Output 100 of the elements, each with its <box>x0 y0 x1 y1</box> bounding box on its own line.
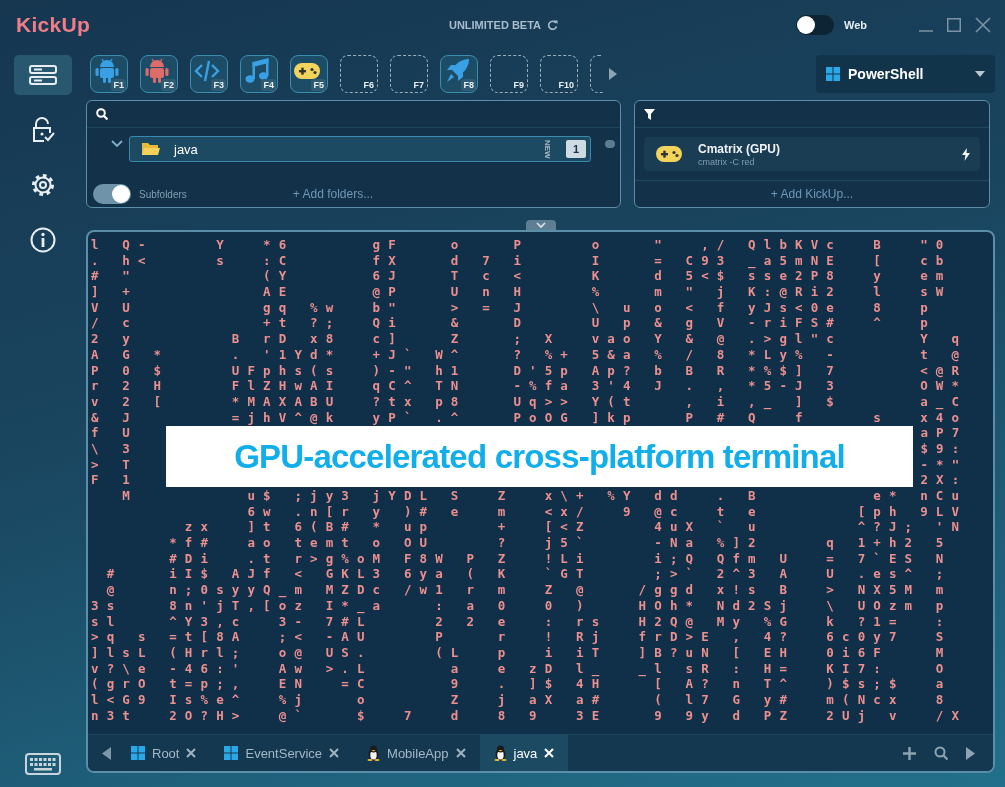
terminal-line: / c +t ?; Qi & D U p & g V -riFS# ^ p <box>91 315 937 332</box>
terminal-line: M u$ ;jy3 jYDL S Z x\+ %Y dd . B e* nCu <box>121 488 968 504</box>
close-icon[interactable] <box>455 748 466 758</box>
hotkey-slot[interactable]: F8 <box>440 55 478 93</box>
terminal-tab[interactable]: Root <box>117 735 211 771</box>
key-label: F4 <box>261 79 276 91</box>
sidebar-button[interactable] <box>14 55 72 95</box>
windows-icon <box>224 746 239 760</box>
terminal-line: (grO t=p;, EN =C 9 . ]$ 4H [ A? n T^ )$s;$ a <box>91 676 953 692</box>
terminal-text: aP7 <box>920 425 968 441</box>
shell-dropdown[interactable]: PowerShell <box>816 55 995 93</box>
folder-name: java <box>174 141 199 157</box>
lock-check-icon <box>31 117 55 143</box>
terminal-line: ]lsL (Hrl; o@ US. (L p i iT ]B?uN [ EH 0i6F M <box>91 644 953 661</box>
maximize-button[interactable] <box>947 18 961 32</box>
close-button[interactable] <box>975 17 991 33</box>
hotkey-slot[interactable]: F10 <box>540 55 578 93</box>
count-badge: 1 <box>566 140 586 158</box>
chevron-icon <box>111 140 123 148</box>
key-label: F10 <box>557 79 575 91</box>
hotkey-slot[interactable]: F2 <box>140 55 178 93</box>
toggle-label: Subfolders <box>139 188 187 200</box>
terminal-line: l Q- Y *6 gF o P o " ,/ QlbKVc B "0 <box>91 237 953 253</box>
key-label: F6 <box>362 79 375 91</box>
terminal-line: ] + AE @P U n H % m " j K:@Ri2 l sW <box>91 284 953 300</box>
subfolders-toggle[interactable] <box>93 184 131 204</box>
toggle-label: Web <box>843 19 867 31</box>
terminal-tab[interactable]: EventService <box>210 735 354 771</box>
penguin-icon <box>367 745 381 761</box>
hotkey-slot[interactable]: F3 <box>190 55 228 93</box>
key-label: F5 <box>311 79 326 91</box>
plus-icon <box>903 746 916 760</box>
key-label: F9 <box>512 79 525 91</box>
caret-icon <box>975 71 985 77</box>
search-icon[interactable] <box>96 108 108 120</box>
terminal-text: -*" <box>920 456 968 473</box>
key-label: F3 <box>211 79 226 91</box>
hotkey-slot[interactable]: F7 <box>390 55 428 93</box>
hotkey-slot[interactable]: F6 <box>340 55 378 93</box>
terminal-tab[interactable]: MobileApp <box>353 735 480 771</box>
hotkey-slot[interactable]: F1 <box>90 55 128 93</box>
arrow-left-icon <box>102 746 111 760</box>
terminal-line: # " (Y 6J T c < K d 5<$ sse2P8 y em <box>91 268 953 285</box>
terminal-text: f U <box>91 425 138 441</box>
terminal-tab[interactable]: java <box>479 735 569 771</box>
close-icon[interactable] <box>186 748 197 758</box>
refresh-icon[interactable] <box>547 19 559 31</box>
terminal-line: P 0 $ UFphs(s )-" h1 D'5p Ap? b B R *%$] 7 <@R <box>91 362 968 379</box>
new-tag: NEW <box>542 139 552 159</box>
minimize-icon <box>919 30 933 32</box>
folder-row[interactable]: java NEW 1 <box>129 136 591 162</box>
hotkey-slot[interactable]: F5 <box>290 55 328 93</box>
expand-chevron[interactable] <box>111 140 123 148</box>
windows-icon <box>826 67 840 81</box>
close-icon <box>975 17 991 33</box>
terminal-line: 6w .n[r y )# e m <x/ 9 @c t e [ph 9LV <box>246 503 968 520</box>
terminal-line: @ n;0syyQ_m MZDc /w1 r m Z @ /ggd x!s B > NX5M m <box>105 582 953 598</box>
terminal-line: l<G9 Is%e^ %j o Z j aX a# ( l7 G y# m(Ncx 8 <box>91 691 953 708</box>
terminal-line: . h< s :C fX d 7 i I = C93 _a5mNE [ cb <box>91 252 953 269</box>
terminal-text: F 1 <box>91 472 138 488</box>
maximize-icon <box>947 18 961 32</box>
collapse-button[interactable] <box>525 220 556 230</box>
key-label: F7 <box>412 79 425 91</box>
terminal-line: & J =jhV^@k yP` .^ PoOG ]kp P # Q f s x4o <box>91 409 968 426</box>
folder-icon <box>142 142 160 156</box>
terminal-line: 3s 8n'jT,[oz I*_a : a 0 0 ) HOh* Nd2Sj \ UOzm p <box>91 597 953 614</box>
keyboard-icon <box>25 753 61 775</box>
terminal-line: >q s =t[8A ;< -AU P r ! Rj frD>E , 4? 6c0y7 S <box>91 629 953 645</box>
hotkey-slot[interactable]: F4 <box>240 55 278 93</box>
filter-icon[interactable] <box>644 108 655 120</box>
terminal-line: #Di .t r>g%oM F8W P Z !Li i;Q Qfm U = 7`ES N <box>168 550 953 567</box>
arrow-right-icon <box>966 746 975 760</box>
web-toggle[interactable] <box>795 15 834 35</box>
edition-label: UNLIMITED BETA <box>448 19 542 31</box>
key-label: F2 <box>161 79 176 91</box>
terminal-line: v?\e -46:' Aw >.L a e zD l_ _l sR : H= KI7: O <box>91 660 953 677</box>
app-logo: KickUp <box>16 13 91 37</box>
kickup-item[interactable]: Cmatrix (GPU) cmatrix -C red <box>644 137 980 171</box>
terminal-line: r 2 H FlZHwAI qC^ TN -%fa 3'4 J . , *5-J 3 OW* <box>91 378 968 394</box>
server-icon <box>29 65 57 85</box>
terminal-text: > T <box>91 456 138 473</box>
info-icon <box>30 227 56 253</box>
key-label: F1 <box>111 79 126 91</box>
add-folders-link[interactable]: + Add folders... <box>292 187 374 201</box>
terminal-line: # iI$ AJf < GKL3 6ya ( K `GT ;>` 2^3 A U .es^ ; <box>105 566 953 583</box>
gamepad-icon <box>656 146 682 162</box>
key-label: F8 <box>461 79 476 91</box>
terminal-line: *f# ao temt o OU ? j5` -Na %]2 q 1+h2 5 <box>168 535 953 551</box>
banner-text: GPU-accelerated cross-platform terminal <box>234 437 845 476</box>
chevron-icon <box>535 222 546 228</box>
settings-icon <box>30 172 56 198</box>
scrollbar-thumb[interactable] <box>605 140 615 148</box>
close-icon[interactable] <box>329 748 340 758</box>
add-kickup-link[interactable]: + Add KickUp... <box>770 187 854 201</box>
keyboard-button[interactable] <box>25 753 61 775</box>
hotkey-slot[interactable]: F9 <box>490 55 528 93</box>
lightning-icon <box>962 147 970 161</box>
penguin-icon <box>493 745 507 761</box>
terminal-text: \ 3 <box>91 440 138 457</box>
arrow-right-icon <box>609 68 617 80</box>
